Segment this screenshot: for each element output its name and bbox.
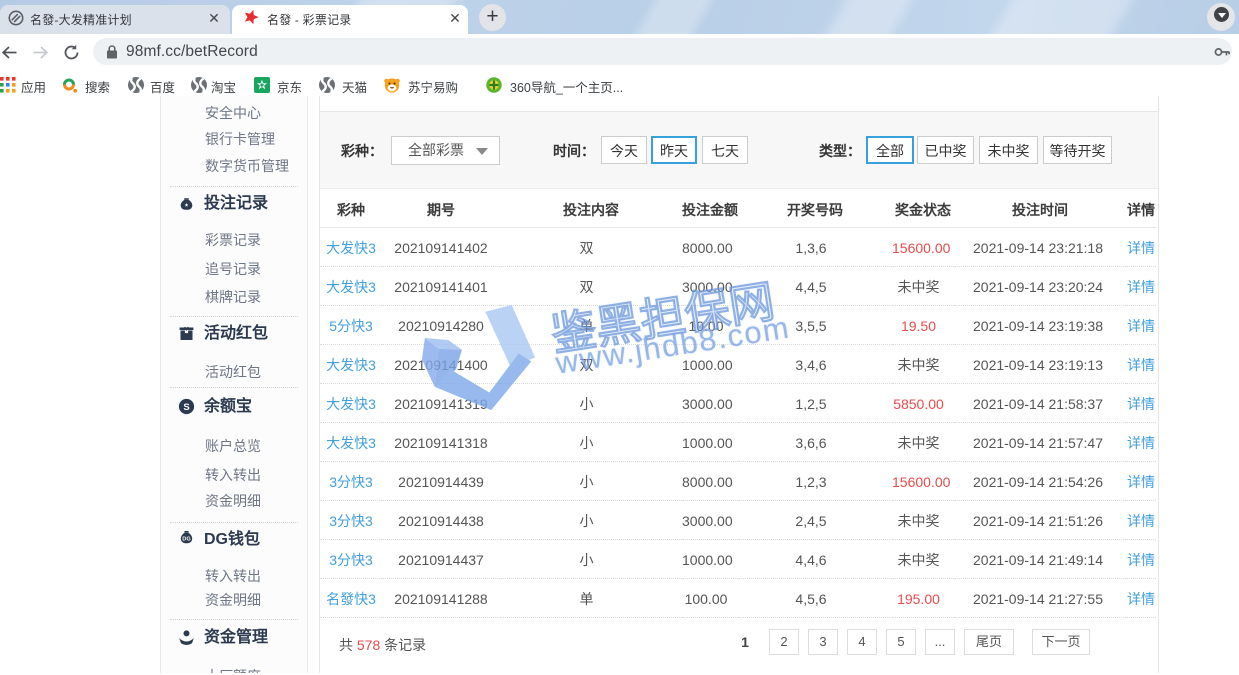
svg-text:S: S: [183, 402, 189, 413]
svg-text:DG: DG: [182, 537, 190, 543]
